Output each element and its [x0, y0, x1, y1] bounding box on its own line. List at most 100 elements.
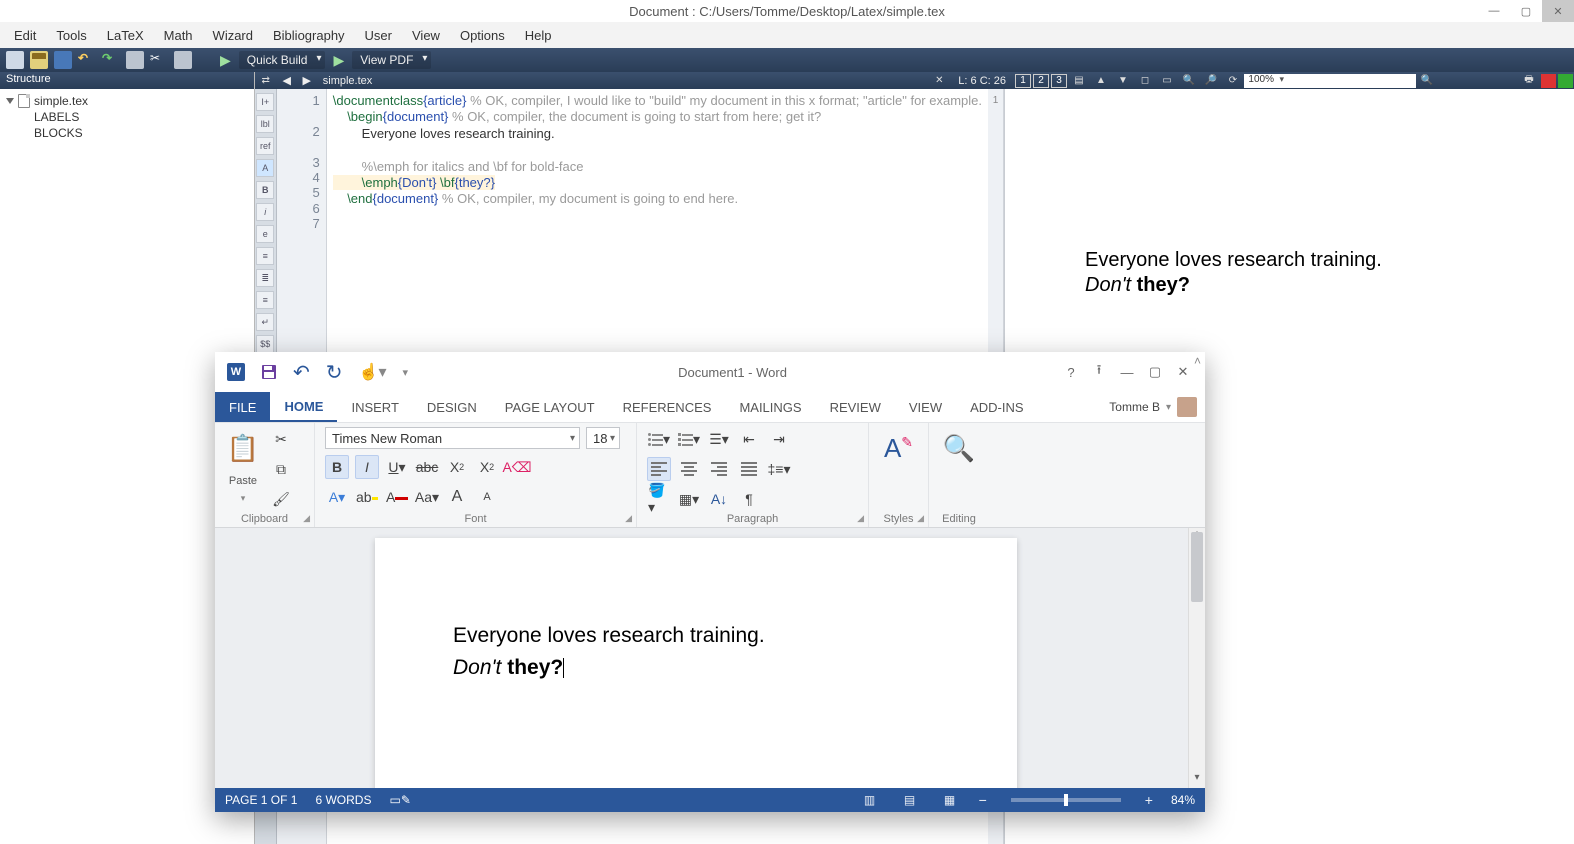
align-right-icon[interactable]	[707, 457, 731, 481]
zoom-in-button[interactable]: +	[1145, 792, 1153, 808]
dialog-launcher-icon[interactable]: ◢	[625, 513, 632, 524]
page1-button[interactable]: 1	[1015, 74, 1031, 88]
grow-font-icon[interactable]: A	[445, 485, 469, 509]
vertical-scrollbar[interactable]: ▴ ▾	[1188, 528, 1205, 788]
tab-insert[interactable]: INSERT	[337, 392, 412, 422]
web-layout-icon[interactable]: ▦	[939, 791, 961, 809]
zoom-slider[interactable]	[1011, 798, 1121, 802]
undo-icon[interactable]: ↶	[293, 360, 310, 385]
tab-references[interactable]: REFERENCES	[609, 392, 726, 422]
quick-build-dropdown[interactable]: Quick Build	[239, 51, 326, 69]
align-center-icon[interactable]	[677, 457, 701, 481]
subscript-button[interactable]: X2	[445, 455, 469, 479]
tab-home[interactable]: HOME	[270, 392, 337, 422]
structure-blocks[interactable]: BLOCKS	[6, 125, 248, 141]
show-marks-icon[interactable]: ¶	[737, 487, 761, 511]
expand-icon[interactable]	[6, 98, 14, 104]
fit-icon[interactable]: ◻	[1135, 73, 1155, 88]
save-icon[interactable]	[261, 364, 277, 380]
paragraph-2[interactable]: Don't they?	[453, 656, 939, 680]
view-pdf-dropdown[interactable]: View PDF	[352, 51, 431, 69]
vtool-newline[interactable]: ↵	[256, 313, 274, 331]
increase-indent-icon[interactable]: ⇥	[767, 427, 791, 451]
italic-button[interactable]: I	[355, 455, 379, 479]
zoom-level[interactable]: 100%	[1244, 74, 1286, 88]
shrink-font-icon[interactable]: A	[475, 485, 499, 509]
close-tab-icon[interactable]: ✕	[929, 73, 949, 88]
document-page[interactable]: Everyone loves research training. Don't …	[375, 538, 1017, 788]
paragraph-1[interactable]: Everyone loves research training.	[453, 624, 939, 648]
zoom-in-icon[interactable]: 🔎	[1201, 73, 1221, 88]
text-effects-icon[interactable]: A▾	[325, 485, 349, 509]
structure-root[interactable]: simple.tex	[6, 93, 248, 109]
dialog-launcher-icon[interactable]: ◢	[857, 513, 864, 524]
zoom-out-button[interactable]: −	[979, 792, 987, 808]
font-name-dropdown[interactable]: Times New Roman	[325, 427, 580, 449]
single-page-icon[interactable]: ▤	[1069, 73, 1089, 88]
redo-icon[interactable]: ↷	[102, 51, 120, 69]
menu-options[interactable]: Options	[452, 26, 513, 45]
highlight-color-icon[interactable]: ab	[355, 485, 379, 509]
read-mode-icon[interactable]: ▥	[859, 791, 881, 809]
menu-tools[interactable]: Tools	[48, 26, 94, 45]
open-file-dropdown[interactable]	[317, 75, 677, 87]
menu-math[interactable]: Math	[156, 26, 201, 45]
line-spacing-icon[interactable]: ‡≡▾	[767, 457, 791, 481]
underline-button[interactable]: U▾	[385, 455, 409, 479]
tab-review[interactable]: REVIEW	[816, 392, 895, 422]
menu-latex[interactable]: LaTeX	[99, 26, 152, 45]
cut-icon[interactable]: ✂	[269, 427, 293, 451]
tab-design[interactable]: DESIGN	[413, 392, 491, 422]
paste-icon[interactable]	[174, 51, 192, 69]
multilevel-list-icon[interactable]: ☰▾	[707, 427, 731, 451]
sort-icon[interactable]: A↓	[707, 487, 731, 511]
down-icon[interactable]: ▼	[1113, 73, 1133, 88]
bullets-icon[interactable]: ▾	[647, 427, 671, 451]
maximize-button[interactable]: ▢	[1510, 0, 1542, 22]
vtool-center[interactable]: ≣	[256, 269, 274, 287]
find-icon[interactable]: 🔍	[1417, 73, 1437, 88]
bold-button[interactable]: B	[325, 455, 349, 479]
copy-icon[interactable]	[126, 51, 144, 69]
paste-icon[interactable]: 📋	[225, 427, 261, 469]
print-icon[interactable]: 🖶	[1519, 73, 1539, 88]
save-file-icon[interactable]	[54, 51, 72, 69]
vtool-math[interactable]: $$	[256, 335, 274, 353]
clear-formatting-icon[interactable]: A⌫	[505, 455, 529, 479]
dialog-launcher-icon[interactable]: ◢	[917, 513, 924, 524]
help-button[interactable]: ?	[1057, 365, 1085, 380]
vtool-part[interactable]: I+	[256, 93, 274, 111]
superscript-button[interactable]: X2	[475, 455, 499, 479]
strikethrough-button[interactable]: abc	[415, 455, 439, 479]
up-icon[interactable]: ▲	[1091, 73, 1111, 88]
close-button[interactable]: ✕	[1169, 364, 1197, 380]
next-file-icon[interactable]: ▶	[297, 74, 317, 87]
maximize-button[interactable]: ▢	[1141, 364, 1169, 380]
fit-width-icon[interactable]: ▭	[1157, 73, 1177, 88]
vtool-bold[interactable]: B	[256, 181, 274, 199]
signed-in-user[interactable]: Tomme B▾	[1109, 392, 1205, 422]
touch-mode-icon[interactable]: ☝▾	[359, 362, 387, 382]
decrease-indent-icon[interactable]: ⇤	[737, 427, 761, 451]
find-icon[interactable]: 🔍	[941, 427, 977, 469]
toggle-panel-icon[interactable]: ⇄	[256, 73, 276, 88]
styles-icon[interactable]: A✎	[881, 427, 917, 469]
minimize-button[interactable]: —	[1478, 0, 1510, 22]
copy-icon[interactable]: ⧉	[269, 457, 293, 481]
scroll-thumb[interactable]	[1191, 532, 1203, 602]
open-file-icon[interactable]	[30, 51, 48, 69]
prev-file-icon[interactable]: ◀	[277, 74, 297, 87]
menu-bibliography[interactable]: Bibliography	[265, 26, 353, 45]
print-layout-icon[interactable]: ▤	[899, 791, 921, 809]
word-count[interactable]: 6 WORDS	[315, 793, 371, 807]
shading-icon[interactable]: 🪣▾	[647, 487, 671, 511]
zoom-percent[interactable]: 84%	[1171, 793, 1195, 807]
vtool-right[interactable]: ≡	[256, 291, 274, 309]
menu-wizard[interactable]: Wizard	[205, 26, 261, 45]
dialog-launcher-icon[interactable]: ◢	[303, 513, 310, 524]
undo-icon[interactable]: ↶	[78, 51, 96, 69]
page3-button[interactable]: 3	[1051, 74, 1067, 88]
vtool-left[interactable]: ≡	[256, 247, 274, 265]
font-size-dropdown[interactable]: 18	[586, 427, 620, 449]
redo-icon[interactable]: ↻	[326, 360, 343, 385]
